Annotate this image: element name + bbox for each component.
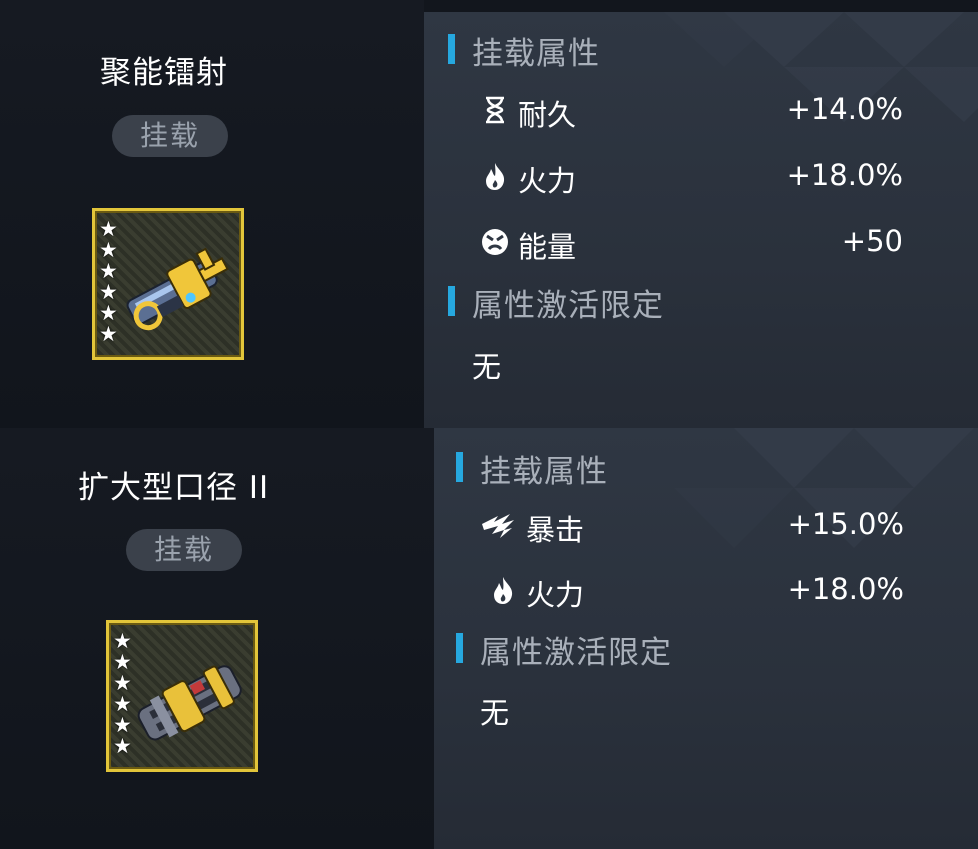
equipment-card-1: 聚能镭射 挂载 ★ ★ ★ ★ ★ ★ 挂载属性 耐久 +14.0% 火力 +1… (0, 0, 978, 428)
attribute-value: +18.0% (787, 572, 904, 606)
attribute-label: 火力 (518, 164, 577, 198)
item-name: 扩大型口径 II (78, 470, 270, 506)
attribute-row-durability: 耐久 (480, 92, 576, 134)
item-name: 聚能镭射 (100, 55, 228, 91)
section-accent-bar (448, 34, 455, 64)
equip-status-badge: 挂载 (112, 115, 228, 157)
attribute-value: +50 (841, 224, 903, 258)
critical-icon (482, 514, 514, 538)
attribute-label: 火力 (526, 578, 585, 612)
mount-attributes-heading: 挂载属性 (456, 446, 608, 491)
laser-cannon-icon (126, 247, 229, 331)
activation-limit-value: 无 (480, 696, 510, 730)
activation-limit-value: 无 (472, 350, 502, 384)
attribute-row-energy: 能量 (480, 224, 576, 266)
activation-limit-heading: 属性激活限定 (448, 280, 664, 325)
flame-icon (486, 163, 505, 190)
background-pattern (664, 12, 978, 122)
hourglass-icon (486, 96, 504, 124)
attribute-row-firepower: 火力 (488, 572, 584, 614)
attribute-label: 耐久 (518, 98, 577, 132)
attribute-value: +14.0% (786, 92, 903, 126)
item-icon-frame[interactable]: ★ ★ ★ ★ ★ ★ (92, 208, 244, 360)
item-icon-frame[interactable]: ★ ★ ★ ★ ★ ★ (106, 620, 258, 772)
flame-icon (494, 577, 513, 604)
section-accent-bar (448, 286, 455, 316)
attribute-row-firepower: 火力 (480, 158, 576, 200)
attribute-value: +15.0% (787, 507, 904, 541)
section-accent-bar (456, 633, 463, 663)
attribute-label: 暴击 (526, 513, 585, 547)
section-accent-bar (456, 452, 463, 482)
attribute-row-critical: 暴击 (480, 507, 584, 549)
attribute-panel (424, 12, 978, 428)
attribute-value: +18.0% (786, 158, 903, 192)
mount-attributes-heading: 挂载属性 (448, 28, 600, 73)
energy-face-icon (482, 229, 508, 255)
activation-limit-heading: 属性激活限定 (456, 627, 672, 672)
equip-status-badge: 挂载 (126, 529, 242, 571)
attribute-label: 能量 (518, 230, 577, 264)
gatling-cannon-icon (137, 665, 242, 741)
